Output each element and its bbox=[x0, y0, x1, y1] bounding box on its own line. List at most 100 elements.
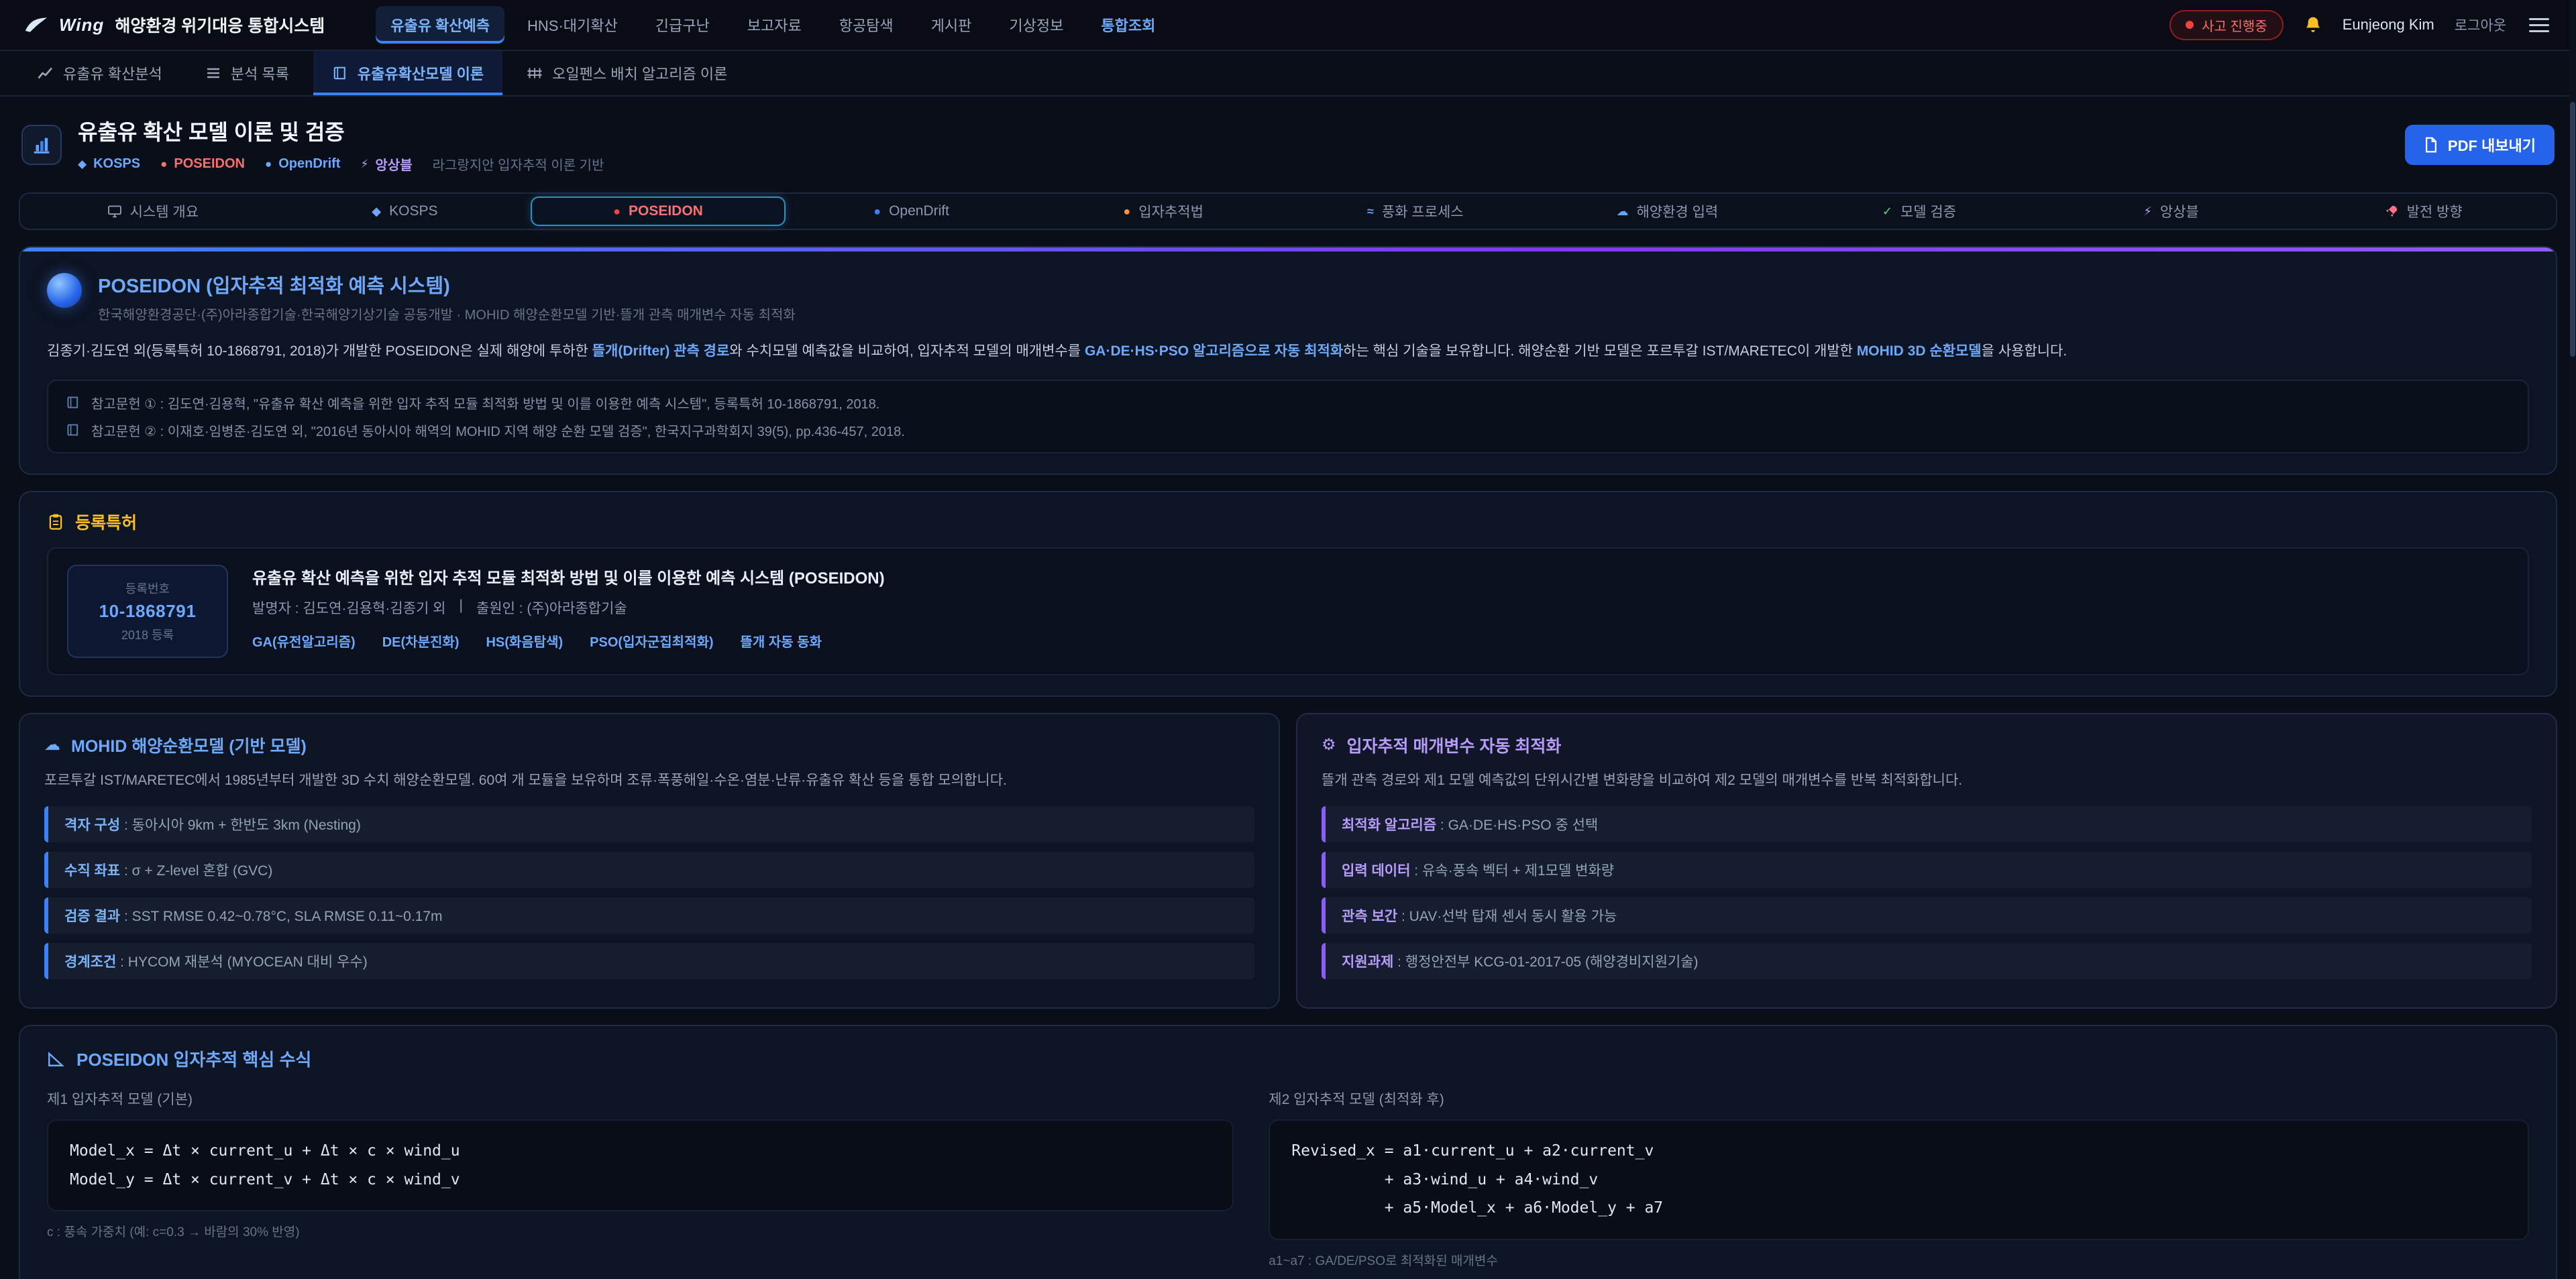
tab-spill-model-theory[interactable]: 유출유확산모델 이론 bbox=[313, 51, 502, 95]
tab-oil-fence-theory[interactable]: 오일펜스 배치 알고리즘 이론 bbox=[508, 51, 746, 95]
mohid-description: 포르투갈 IST/MARETEC에서 1985년부터 개발한 3D 수치 해양순… bbox=[44, 769, 1254, 792]
formulas-title: POSEIDON 입자추적 핵심 수식 bbox=[47, 1046, 2529, 1071]
section-item-future[interactable]: 발전 방향 bbox=[2297, 197, 2549, 226]
reference-item: 참고문헌 ② : 이재호·임병준·김도연 외, "2016년 동아시아 해역의 … bbox=[66, 421, 2510, 440]
formula-model1-label: 제1 입자추적 모델 (기본) bbox=[47, 1089, 1234, 1109]
pdf-export-button[interactable]: PDF 내보내기 bbox=[2405, 125, 2555, 165]
tag-kosps: ◆KOSPS bbox=[78, 156, 140, 172]
app-root: Wing 해양환경 위기대응 통합시스템 유출유 확산예측 HNS·대기확산 긴… bbox=[0, 0, 2576, 1279]
section-item-particle-tracking[interactable]: ● 입자추적법 bbox=[1037, 197, 1289, 226]
list-icon bbox=[205, 65, 221, 81]
main-content: POSEIDON (입자추적 최적화 예측 시스템) 한국해양환경공단·(주)아… bbox=[0, 246, 2576, 1279]
tag-opendrift: ●OpenDrift bbox=[265, 156, 341, 172]
highlight-mohid: MOHID 3D 순환모델 bbox=[1857, 343, 1982, 359]
formulas-card: POSEIDON 입자추적 핵심 수식 제1 입자추적 모델 (기본) Mode… bbox=[19, 1025, 2557, 1279]
logout-button[interactable]: 로그아웃 bbox=[2455, 15, 2506, 35]
poseidon-subtitle: 한국해양환경공단·(주)아라종합기술·한국해양기상기술 공동개발 · MOHID… bbox=[98, 304, 796, 323]
nav-item-weather[interactable]: 기상정보 bbox=[994, 6, 1078, 44]
nav-item-integrated-search[interactable]: 통합조회 bbox=[1086, 6, 1170, 44]
notification-bell-icon[interactable] bbox=[2304, 15, 2322, 34]
tab-label: 유출유확산모델 이론 bbox=[358, 62, 484, 84]
nav-item-oil-spill-prediction[interactable]: 유출유 확산예측 bbox=[376, 6, 504, 44]
tab-analysis-list[interactable]: 분석 목록 bbox=[186, 51, 308, 95]
highlight-optimization: GA·DE·HS·PSO 알고리즘으로 자동 최적화 bbox=[1085, 343, 1343, 359]
incident-status-badge[interactable]: 사고 진행중 bbox=[2169, 10, 2284, 40]
nav-item-board[interactable]: 게시판 bbox=[916, 6, 987, 44]
nav-item-emergency-rescue[interactable]: 긴급구난 bbox=[641, 6, 724, 44]
formula-model1-code: Model_x = Δt × current_u + Δt × c × wind… bbox=[47, 1119, 1234, 1211]
section-item-ensemble[interactable]: ⚡ 앙상블 bbox=[2045, 197, 2298, 226]
spec-row: 최적화 알고리즘 : GA·DE·HS·PSO 중 선택 bbox=[1322, 806, 2532, 842]
tag-poseidon: ●POSEIDON bbox=[160, 156, 245, 172]
book-icon bbox=[66, 395, 80, 410]
poseidon-title: POSEIDON (입자추적 최적화 예측 시스템) bbox=[98, 270, 796, 298]
reference-item: 참고문헌 ① : 김도연·김용혁, "유출유 확산 예측을 위한 입자 추적 모… bbox=[66, 393, 2510, 412]
patent-meta: 발명자 : 김도연·김용혁·김종기 외 | 출원인 : (주)아라종합기술 bbox=[252, 598, 885, 618]
wing-logo-icon bbox=[24, 16, 48, 34]
section-item-kosps[interactable]: ◆ KOSPS bbox=[279, 197, 531, 226]
chart-icon bbox=[38, 65, 54, 81]
nav-item-hns-atmospheric[interactable]: HNS·대기확산 bbox=[513, 6, 633, 44]
formula-grid: 제1 입자추적 모델 (기본) Model_x = Δt × current_u… bbox=[47, 1089, 2529, 1269]
dot-icon: ● bbox=[873, 205, 881, 219]
scrollbar-track[interactable] bbox=[2569, 0, 2576, 1279]
patent-details: 유출유 확산 예측을 위한 입자 추적 모듈 최적화 방법 및 이를 이용한 예… bbox=[252, 565, 885, 658]
patent-card: 등록특허 등록번호 10-1868791 2018 등록 유출유 확산 예측을 … bbox=[19, 491, 2557, 697]
tab-spill-analysis[interactable]: 유출유 확산분석 bbox=[19, 51, 181, 95]
spec-row: 격자 구성 : 동아시아 9km + 한반도 3km (Nesting) bbox=[44, 806, 1254, 842]
patent-assignee: 출원인 : (주)아라종합기술 bbox=[476, 598, 627, 618]
spec-row: 입력 데이터 : 유속·풍속 벡터 + 제1모델 변화량 bbox=[1322, 852, 2532, 888]
menu-hamburger-icon[interactable] bbox=[2526, 13, 2552, 38]
algorithm-tag: GA(유전알고리즘) bbox=[252, 631, 356, 651]
spec-row: 수직 좌표 : σ + Z-level 혼합 (GVC) bbox=[44, 852, 1254, 888]
page-icon-box bbox=[21, 125, 62, 165]
dot-icon: ● bbox=[265, 158, 272, 171]
formula-model2-label: 제2 입자추적 모델 (최적화 후) bbox=[1269, 1089, 2529, 1109]
sub-navbar: 유출유 확산분석 분석 목록 유출유확산모델 이론 오일펜스 배치 알고리즘 이… bbox=[0, 51, 2576, 97]
section-item-opendrift[interactable]: ● OpenDrift bbox=[786, 197, 1038, 226]
top-navbar: Wing 해양환경 위기대응 통합시스템 유출유 확산예측 HNS·대기확산 긴… bbox=[0, 0, 2576, 51]
section-item-overview[interactable]: 시스템 개요 bbox=[27, 197, 279, 226]
algorithm-tag: 뜰개 자동 동화 bbox=[741, 631, 822, 651]
page-title-block: 유출유 확산 모델 이론 및 검증 ◆KOSPS ●POSEIDON ●Open… bbox=[78, 115, 604, 174]
mohid-card: ☁ MOHID 해양순환모델 (기반 모델) 포르투갈 IST/MARETEC에… bbox=[19, 713, 1280, 1009]
clipboard-icon bbox=[47, 513, 64, 531]
spec-row: 지원과제 : 행정안전부 KCG-01-2017-05 (해양경비지원기술) bbox=[1322, 943, 2532, 979]
brand-logo[interactable]: Wing 해양환경 위기대응 통합시스템 bbox=[24, 13, 325, 37]
nav-item-aerial-search[interactable]: 항공탐색 bbox=[824, 6, 908, 44]
algorithm-tag: DE(차분진화) bbox=[382, 631, 460, 651]
model-cards-row: ☁ MOHID 해양순환모델 (기반 모델) 포르투갈 IST/MARETEC에… bbox=[19, 713, 2557, 1009]
section-item-validation[interactable]: ✓ 모델 검증 bbox=[1793, 197, 2045, 226]
section-item-poseidon[interactable]: ● POSEIDON bbox=[531, 197, 786, 226]
rocket-icon bbox=[2384, 204, 2399, 219]
brand-mark: Wing bbox=[59, 15, 104, 36]
patent-inventors: 발명자 : 김도연·김용혁·김종기 외 bbox=[252, 598, 445, 618]
optimization-description: 뜰개 관측 경로와 제1 모델 예측값의 단위시간별 변화량을 비교하여 제2 … bbox=[1322, 769, 2532, 792]
formula-model1-note: c : 풍속 가중치 (예: c=0.3 → 바람의 30% 반영) bbox=[47, 1222, 1234, 1240]
main-nav: 유출유 확산예측 HNS·대기확산 긴급구난 보고자료 항공탐색 게시판 기상정… bbox=[376, 6, 1170, 44]
incident-status-label: 사고 진행중 bbox=[2202, 15, 2267, 35]
patent-section-title: 등록특허 bbox=[47, 510, 2529, 534]
tag-ensemble: ⚡앙상블 bbox=[360, 154, 412, 174]
tab-label: 분석 목록 bbox=[231, 62, 289, 84]
algorithm-tag: HS(화음탐색) bbox=[486, 631, 563, 651]
cloud-icon: ☁ bbox=[44, 735, 60, 755]
diamond-icon: ◆ bbox=[78, 158, 87, 171]
cloud-icon: ☁ bbox=[1616, 205, 1628, 219]
nav-item-reports[interactable]: 보고자료 bbox=[733, 6, 816, 44]
tab-label: 유출유 확산분석 bbox=[63, 62, 162, 84]
bar-chart-icon bbox=[32, 135, 52, 155]
formula-model1: 제1 입자추적 모델 (기본) Model_x = Δt × current_u… bbox=[47, 1089, 1234, 1269]
page-tags: ◆KOSPS ●POSEIDON ●OpenDrift ⚡앙상블 라그랑지안 입… bbox=[78, 154, 604, 174]
gear-icon: ⚙ bbox=[1322, 735, 1336, 755]
section-item-weathering[interactable]: ≈ 풍화 프로세스 bbox=[1289, 197, 1542, 226]
check-icon: ✓ bbox=[1882, 205, 1892, 219]
scrollbar-thumb[interactable] bbox=[2570, 102, 2575, 357]
poseidon-orb-icon bbox=[47, 273, 82, 308]
dot-icon: ● bbox=[1123, 205, 1130, 219]
lightning-icon: ⚡ bbox=[2143, 205, 2152, 219]
section-nav: 시스템 개요 ◆ KOSPS ● POSEIDON ● OpenDrift ● … bbox=[19, 192, 2557, 230]
patent-title: 유출유 확산 예측을 위한 입자 추적 모듈 최적화 방법 및 이를 이용한 예… bbox=[252, 565, 885, 588]
section-item-ocean-input[interactable]: ☁ 해양환경 입력 bbox=[1542, 197, 1794, 226]
spec-row: 검증 결과 : SST RMSE 0.42~0.78°C, SLA RMSE 0… bbox=[44, 897, 1254, 934]
